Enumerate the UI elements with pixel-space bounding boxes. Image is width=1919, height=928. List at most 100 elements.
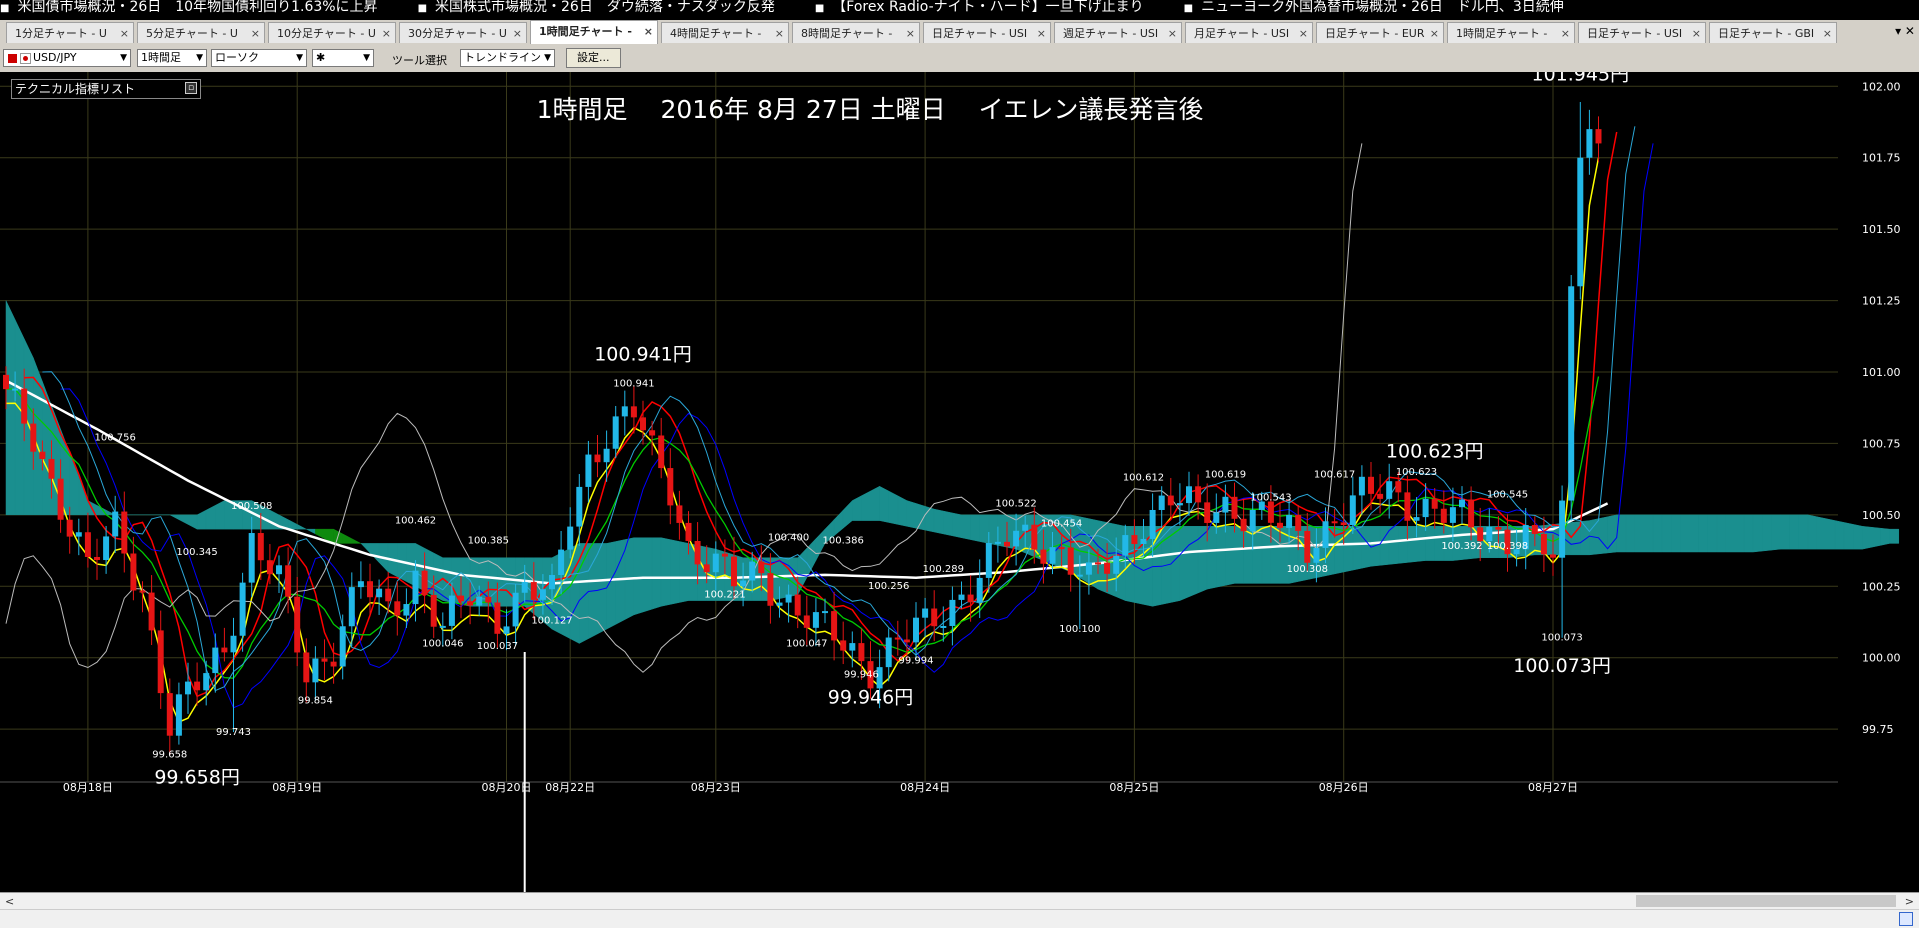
cloud-segment (1234, 526, 1244, 584)
chart-tab[interactable]: 30分足チャート - U × (399, 22, 527, 43)
cloud-segment (1625, 514, 1636, 553)
candle-body (1149, 509, 1156, 539)
tool-select[interactable]: トレンドライン ▼ (460, 49, 555, 67)
close-tab-icon[interactable]: × (775, 23, 784, 43)
candle-body (412, 570, 419, 605)
cloud-segment (1716, 514, 1727, 553)
chart-tab[interactable]: 日足チャート - GBI × (1709, 22, 1837, 43)
close-tab-icon[interactable]: × (1430, 23, 1439, 43)
settings-button[interactable]: 設定... (566, 48, 621, 68)
candle-body (1058, 547, 1065, 550)
close-tab-icon[interactable]: × (120, 23, 129, 43)
candle-body (3, 374, 9, 390)
cloud-segment (1798, 514, 1809, 550)
cloud-segment (1170, 526, 1181, 603)
candle-body (1122, 535, 1129, 556)
y-tick-label: 102.00 (1862, 80, 1901, 93)
scroll-right-icon[interactable]: > (1905, 893, 1914, 910)
currency-pair-select[interactable]: USD/JPY ▼ (3, 49, 131, 67)
price-chart[interactable]: 99.75 100.00 100.25 100.50 100.75 101.00 101.2… (0, 72, 1919, 892)
ticker-item[interactable]: 米国債市場概況・26日 10年物国債利回り1.63%に上昇 (0, 0, 377, 14)
x-tick-label: 08月27日 (1528, 781, 1578, 794)
cloud-segment (970, 514, 980, 542)
cloud-segment (5, 300, 16, 516)
price-label-small: 100.400 (768, 533, 809, 544)
price-label-small: 100.127 (531, 615, 572, 626)
candle-body (503, 626, 510, 634)
candle-body (603, 448, 610, 463)
chart-tab[interactable]: 8時間足チャート - × (792, 22, 920, 43)
candle-body (967, 594, 974, 603)
close-tab-icon[interactable]: × (251, 23, 260, 43)
notification-icon[interactable] (1899, 912, 1913, 926)
chart-tab[interactable]: 1時間足チャート - × (530, 20, 658, 44)
chevron-down-icon: ▼ (363, 53, 370, 63)
candle-body (712, 553, 719, 573)
cloud-segment (1862, 526, 1872, 550)
timeframe-select[interactable]: 1時間足 ▼ (137, 49, 207, 67)
candle-body (430, 594, 437, 627)
cloud-segment (1671, 514, 1681, 553)
cloud-segment (1598, 516, 1608, 555)
tab-label: 10分足チャート - U (277, 27, 376, 40)
candle-body (758, 561, 765, 574)
candle-body (1140, 538, 1147, 544)
chart-tab[interactable]: 週足チャート - USI × (1054, 22, 1182, 43)
chart-tab[interactable]: 日足チャート - USI × (923, 22, 1051, 43)
tab-label: 30分足チャート - U (408, 27, 507, 40)
close-tab-icon[interactable]: × (644, 21, 653, 42)
candle-body (630, 406, 637, 418)
close-tab-icon[interactable]: × (1299, 23, 1308, 43)
x-tick-label: 08月26日 (1319, 781, 1369, 794)
cloud-segment (1789, 514, 1799, 550)
candle-body (84, 532, 91, 557)
ticker-item[interactable]: 【Forex Radio-ナイト・ハード】一旦下げ止まり (815, 0, 1143, 14)
close-tab-icon[interactable]: × (1692, 23, 1701, 43)
scrollbar-thumb[interactable] (1636, 895, 1896, 907)
y-tick-label: 101.75 (1862, 152, 1901, 165)
close-tab-icon[interactable]: × (1168, 23, 1177, 43)
candle-body (831, 611, 838, 641)
cloud-segment (1825, 518, 1836, 550)
close-tab-icon[interactable]: × (382, 23, 391, 43)
chart-tab[interactable]: 1時間足チャート - × (1447, 22, 1575, 43)
price-label-small: 100.941 (613, 378, 654, 389)
chart-tab[interactable]: 日足チャート - EUR × (1316, 22, 1444, 43)
cloud-segment (1707, 514, 1718, 553)
chart-type-select[interactable]: ローソク ▼ (211, 49, 307, 67)
close-tab-icon[interactable]: × (513, 23, 522, 43)
chart-tab[interactable]: 日足チャート - USI × (1578, 22, 1706, 43)
candle-body (849, 643, 856, 651)
indicator-list-panel[interactable]: テクニカル指標リスト ▫ (11, 79, 201, 99)
ticker-item[interactable]: 米国株式市場概況・26日 ダウ続落・ナスダック反発 (418, 0, 775, 14)
candle-body (1531, 525, 1538, 534)
candle-body (1313, 547, 1320, 563)
candle-body (612, 416, 619, 449)
horizontal-scrollbar[interactable]: < > (0, 892, 1919, 910)
scroll-left-icon[interactable]: < (5, 893, 14, 910)
line-style-select[interactable]: ✱ ▼ (312, 49, 374, 67)
chart-tab[interactable]: 1分足チャート - U × (6, 22, 134, 43)
tab-tools[interactable]: ▾ ✕ (1895, 24, 1915, 38)
chart-tab[interactable]: 10分足チャート - U × (268, 22, 396, 43)
close-tab-icon[interactable]: × (906, 23, 915, 43)
candle-body (776, 602, 783, 606)
close-tab-icon[interactable]: × (1037, 23, 1046, 43)
collapse-icon[interactable]: ▫ (185, 82, 197, 94)
cloud-segment (1398, 526, 1408, 564)
candle-body (476, 596, 483, 606)
close-tab-icon[interactable]: × (1561, 23, 1570, 43)
candle-body (1386, 481, 1393, 499)
chart-tab[interactable]: 5分足チャート - U × (137, 22, 265, 43)
ticker-item[interactable]: ニューヨーク外国為替市場概況・26日 ドル円、3日続伸 (1184, 0, 1564, 14)
news-ticker[interactable]: 米国債市場概況・26日 10年物国債利回り1.63%に上昇 米国株式市場概況・26… (0, 0, 1919, 14)
candle-body (1595, 129, 1602, 144)
candle-body (1286, 514, 1293, 528)
price-label-small: 100.462 (395, 515, 436, 526)
candle-body (348, 587, 355, 627)
chart-tab[interactable]: 月足チャート - USI × (1185, 22, 1313, 43)
close-tab-icon[interactable]: × (1823, 23, 1832, 43)
status-bar (0, 909, 1919, 928)
chart-tab[interactable]: 4時間足チャート - × (661, 22, 789, 43)
chart-type-value: ローソク (215, 51, 259, 64)
